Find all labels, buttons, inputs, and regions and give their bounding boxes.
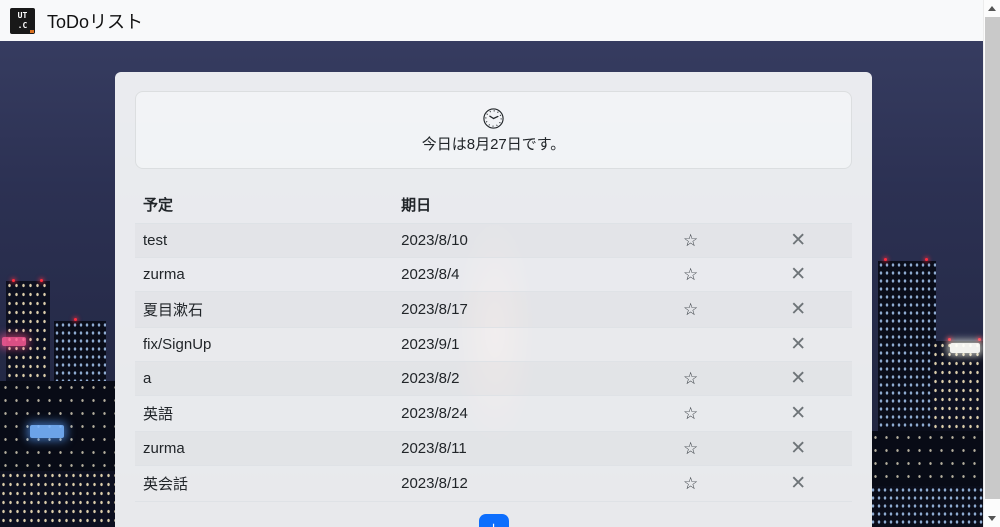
lit-sign bbox=[950, 343, 980, 353]
header-plan: 予定 bbox=[135, 186, 393, 224]
todo-plan: a bbox=[135, 362, 393, 396]
todo-plan: fix/SignUp bbox=[135, 328, 393, 362]
delete-icon[interactable]: ✕ bbox=[790, 231, 806, 250]
todo-plan: zurma bbox=[135, 258, 393, 292]
star-icon[interactable]: ☆ bbox=[683, 370, 698, 387]
todo-plan: zurma bbox=[135, 432, 393, 466]
delete-icon[interactable]: ✕ bbox=[790, 335, 806, 354]
todo-header-row: 予定 期日 bbox=[135, 186, 852, 224]
delete-icon[interactable]: ✕ bbox=[790, 474, 806, 493]
todo-row: 英会話 2023/8/12 ☆ ✕ bbox=[135, 466, 852, 502]
star-icon[interactable]: ☆ bbox=[683, 232, 698, 249]
delete-icon[interactable]: ✕ bbox=[790, 369, 806, 388]
delete-icon[interactable]: ✕ bbox=[790, 404, 806, 423]
logo-orange-mark bbox=[30, 30, 34, 33]
star-icon[interactable]: ☆ bbox=[683, 301, 698, 318]
building bbox=[0, 471, 115, 527]
todo-table: 予定 期日 test 2023/8/10 ☆ ✕ zurma 2023/8/4 … bbox=[135, 186, 852, 502]
scrollbar-down-arrow-icon[interactable] bbox=[988, 516, 996, 521]
star-icon[interactable]: ☆ bbox=[683, 266, 698, 283]
delete-icon[interactable]: ✕ bbox=[790, 439, 806, 458]
todo-card: 今日は8月27日です。 予定 期日 test 2023/8/10 ☆ ✕ zur… bbox=[115, 72, 872, 527]
building bbox=[870, 486, 1000, 527]
todo-due: 2023/8/2 bbox=[393, 362, 637, 396]
header-star-spacer bbox=[637, 186, 745, 224]
todo-due: 2023/8/12 bbox=[393, 466, 637, 502]
header-due: 期日 bbox=[393, 186, 637, 224]
scrollbar[interactable] bbox=[983, 0, 1000, 527]
scrollbar-up-arrow-icon[interactable] bbox=[988, 6, 996, 11]
scrollbar-thumb[interactable] bbox=[985, 17, 1000, 499]
todo-row: a 2023/8/2 ☆ ✕ bbox=[135, 362, 852, 396]
todo-plan: 英語 bbox=[135, 396, 393, 432]
date-banner: 今日は8月27日です。 bbox=[135, 91, 852, 169]
todo-due: 2023/8/17 bbox=[393, 292, 637, 328]
add-todo-button[interactable]: + bbox=[479, 514, 509, 527]
app-title: ToDoリスト bbox=[47, 8, 143, 34]
star-icon[interactable]: ☆ bbox=[683, 475, 698, 492]
todo-row: zurma 2023/8/11 ☆ ✕ bbox=[135, 432, 852, 466]
utc-logo-line1: UT bbox=[10, 11, 35, 21]
todo-table-body: test 2023/8/10 ☆ ✕ zurma 2023/8/4 ☆ ✕ 夏目… bbox=[135, 224, 852, 502]
neon-sign bbox=[2, 337, 26, 346]
top-navbar: UT .C ToDoリスト bbox=[0, 0, 1000, 41]
todo-due: 2023/8/4 bbox=[393, 258, 637, 292]
star-icon[interactable]: ☆ bbox=[683, 405, 698, 422]
todo-row: 英語 2023/8/24 ☆ ✕ bbox=[135, 396, 852, 432]
neon-sign bbox=[30, 425, 64, 438]
todo-due: 2023/9/1 bbox=[393, 328, 637, 362]
star-icon[interactable]: ☆ bbox=[683, 440, 698, 457]
utc-logo[interactable]: UT .C bbox=[10, 8, 35, 34]
today-date-text: 今日は8月27日です。 bbox=[422, 133, 566, 154]
todo-row: test 2023/8/10 ☆ ✕ bbox=[135, 224, 852, 258]
todo-due: 2023/8/24 bbox=[393, 396, 637, 432]
delete-icon[interactable]: ✕ bbox=[790, 300, 806, 319]
clock-icon bbox=[482, 107, 505, 130]
todo-row: fix/SignUp 2023/9/1 ✕ bbox=[135, 328, 852, 362]
todo-due: 2023/8/11 bbox=[393, 432, 637, 466]
todo-plan: 夏目漱石 bbox=[135, 292, 393, 328]
add-button-area: + bbox=[135, 514, 852, 527]
todo-row: 夏目漱石 2023/8/17 ☆ ✕ bbox=[135, 292, 852, 328]
todo-plan: 英会話 bbox=[135, 466, 393, 502]
todo-due: 2023/8/10 bbox=[393, 224, 637, 258]
todo-row: zurma 2023/8/4 ☆ ✕ bbox=[135, 258, 852, 292]
header-delete-spacer bbox=[744, 186, 852, 224]
delete-icon[interactable]: ✕ bbox=[790, 265, 806, 284]
todo-plan: test bbox=[135, 224, 393, 258]
